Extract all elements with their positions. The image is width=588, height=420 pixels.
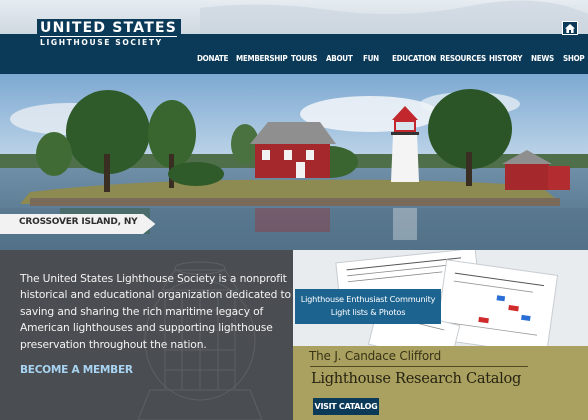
- logo-subtitle: LIGHTHOUSE SOCIETY: [40, 36, 177, 48]
- become-member-link[interactable]: BECOME A MEMBER: [20, 364, 133, 376]
- nav-shop[interactable]: SHOP: [563, 54, 585, 63]
- right-column: Lighthouse Enthusiast Community Light li…: [293, 250, 588, 420]
- nav-resources[interactable]: RESOURCES: [440, 54, 486, 63]
- nav-donate[interactable]: DONATE: [197, 54, 228, 63]
- about-description: The United States Lighthouse Society is …: [20, 272, 291, 351]
- nav-news[interactable]: NEWS: [531, 54, 554, 63]
- logo-title: UNITED STATES: [40, 20, 177, 36]
- nav-membership[interactable]: MEMBERSHIP: [236, 54, 288, 63]
- hero-banner: CROSSOVER ISLAND, NY: [0, 74, 588, 250]
- nav-fun[interactable]: FUN: [363, 54, 379, 63]
- community-title: Lighthouse Enthusiast Community: [300, 294, 436, 304]
- visit-catalog-button[interactable]: VISIT CATALOG: [313, 398, 379, 415]
- catalog-title: Lighthouse Research Catalog: [311, 370, 522, 387]
- about-panel: The United States Lighthouse Society is …: [0, 250, 293, 420]
- site-header: UNITED STATES LIGHTHOUSE SOCIETY DONATE …: [0, 0, 588, 74]
- home-icon: [565, 23, 575, 33]
- catalog-pre-title: The J. Candace Clifford: [309, 349, 441, 363]
- nav-history[interactable]: HISTORY: [489, 54, 522, 63]
- community-subtitle: Light lists & Photos: [330, 307, 406, 317]
- nav-education[interactable]: EDUCATION: [392, 54, 436, 63]
- nav-about[interactable]: ABOUT: [326, 54, 353, 63]
- community-badge[interactable]: Lighthouse Enthusiast Community Light li…: [295, 289, 441, 324]
- nav-tours[interactable]: TOURS: [291, 54, 317, 63]
- hero-caption: CROSSOVER ISLAND, NY: [0, 214, 156, 234]
- community-panel[interactable]: Lighthouse Enthusiast Community Light li…: [293, 250, 588, 346]
- site-logo[interactable]: UNITED STATES LIGHTHOUSE SOCIETY: [37, 19, 181, 49]
- research-catalog-panel: The J. Candace Clifford Lighthouse Resea…: [293, 346, 588, 420]
- main-nav: DONATE MEMBERSHIP TOURS ABOUT FUN EDUCAT…: [0, 54, 588, 70]
- home-button[interactable]: [562, 21, 578, 35]
- catalog-divider: [310, 366, 528, 367]
